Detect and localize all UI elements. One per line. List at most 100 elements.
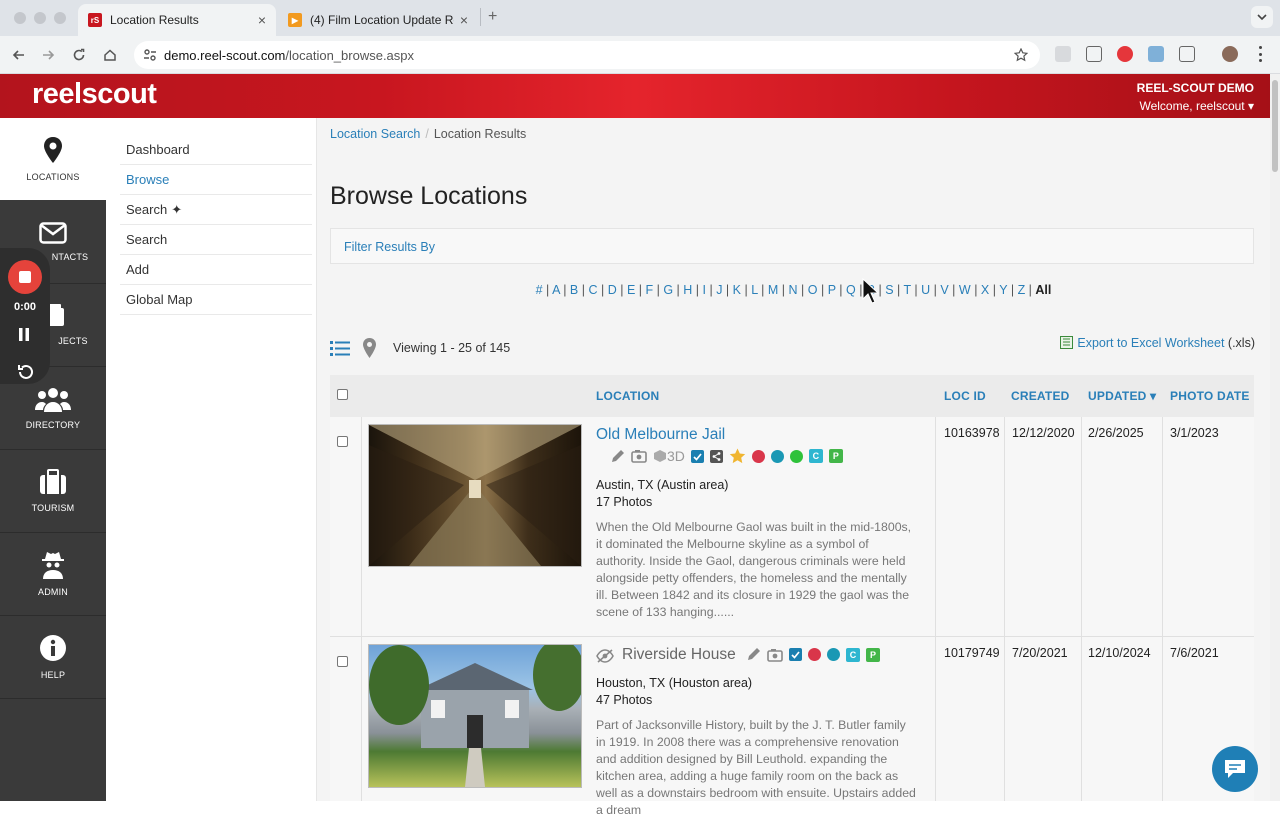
user-menu[interactable]: Welcome, reelscout ▾ xyxy=(1139,99,1254,113)
subnav-search[interactable]: Search xyxy=(120,225,312,255)
subnav-add[interactable]: Add xyxy=(120,255,312,285)
alpha-filter-letter[interactable]: C xyxy=(588,283,597,297)
column-photo-date[interactable]: PHOTO DATE xyxy=(1170,389,1250,403)
alpha-filter-letter[interactable]: # xyxy=(536,283,543,297)
screenshot-icon[interactable] xyxy=(1086,46,1102,62)
share-icon[interactable] xyxy=(709,449,723,463)
tab-close-icon[interactable]: × xyxy=(460,12,468,28)
location-thumbnail[interactable] xyxy=(368,424,582,567)
extension-icon[interactable] xyxy=(1055,46,1071,62)
alpha-separator: | xyxy=(597,283,608,297)
site-info-icon[interactable] xyxy=(143,48,157,62)
column-updated[interactable]: UPDATED ▾ xyxy=(1088,389,1156,403)
puzzle-icon[interactable] xyxy=(1179,46,1195,62)
column-created[interactable]: CREATED xyxy=(1011,389,1070,403)
subnav-global-map[interactable]: Global Map xyxy=(120,285,312,315)
alpha-filter-letter[interactable]: S xyxy=(885,283,893,297)
export-excel-link[interactable]: Export to Excel Worksheet (.xls) xyxy=(1060,336,1255,350)
alpha-filter-letter[interactable]: A xyxy=(552,283,560,297)
nav-help[interactable]: HELP xyxy=(0,616,106,698)
chat-support-button[interactable] xyxy=(1212,746,1258,792)
alpha-filter-letter[interactable]: Q xyxy=(846,283,856,297)
list-view-icon[interactable] xyxy=(330,340,350,357)
nav-locations[interactable]: LOCATIONS xyxy=(0,118,106,200)
browser-tab-film-location[interactable]: ▶ (4) Film Location Update Rec × xyxy=(278,4,478,36)
edit-pencil-icon[interactable] xyxy=(610,449,625,464)
nav-tourism[interactable]: TOURISM xyxy=(0,450,106,532)
subnav-dashboard[interactable]: Dashboard xyxy=(120,135,312,165)
photo-album-icon[interactable] xyxy=(631,449,647,463)
grammarly-icon[interactable] xyxy=(1117,46,1133,62)
favorite-star-icon[interactable] xyxy=(729,448,746,464)
locations-subnav: Dashboard Browse Search ✦ Search Add Glob… xyxy=(106,118,317,801)
alpha-separator: | xyxy=(778,283,789,297)
column-loc-id[interactable]: LOC ID xyxy=(944,389,986,403)
profile-avatar[interactable] xyxy=(1222,46,1238,62)
alpha-filter-letter[interactable]: U xyxy=(921,283,930,297)
new-tab-button[interactable]: + xyxy=(488,8,497,26)
forward-button[interactable] xyxy=(37,44,59,66)
extension-icon[interactable] xyxy=(1148,46,1164,62)
column-location[interactable]: LOCATION xyxy=(596,389,659,403)
alpha-filter-all[interactable]: All xyxy=(1035,283,1051,297)
page-scrollbar[interactable] xyxy=(1270,74,1280,801)
alpha-filter-letter[interactable]: T xyxy=(904,283,911,297)
alpha-filter-letter[interactable]: W xyxy=(959,283,971,297)
bookmark-star-icon[interactable] xyxy=(1014,48,1028,62)
alpha-filter-letter[interactable]: N xyxy=(789,283,798,297)
account-name: REEL-SCOUT DEMO xyxy=(1136,81,1254,95)
window-close-button[interactable] xyxy=(14,12,26,24)
tab-title: Location Results xyxy=(110,13,199,27)
alpha-filter-letter[interactable]: B xyxy=(570,283,578,297)
window-minimize-button[interactable] xyxy=(34,12,46,24)
location-thumbnail[interactable] xyxy=(368,639,585,788)
scrollbar-thumb[interactable] xyxy=(1272,80,1278,172)
browser-menu-icon[interactable] xyxy=(1259,46,1263,62)
location-name-link[interactable]: Old Melbourne Jail xyxy=(596,426,725,444)
subnav-ai-search[interactable]: Search ✦ xyxy=(120,195,312,225)
subnav-label: Browse xyxy=(126,172,170,187)
alpha-filter-letter[interactable]: D xyxy=(608,283,617,297)
reload-button[interactable] xyxy=(68,44,90,66)
alpha-filter-letter[interactable]: F xyxy=(645,283,653,297)
location-name-link[interactable]: Riverside House xyxy=(622,646,736,664)
alpha-filter-letter[interactable]: P xyxy=(828,283,836,297)
filter-results-toggle[interactable]: Filter Results By xyxy=(330,228,1254,264)
browser-tab-location-results[interactable]: rS Location Results × xyxy=(78,4,276,36)
breadcrumb: Location Search / Location Results xyxy=(330,127,526,141)
address-bar[interactable]: demo.reel-scout.com/location_browse.aspx xyxy=(134,41,1040,69)
breadcrumb-location-search[interactable]: Location Search xyxy=(330,127,420,141)
home-button[interactable] xyxy=(99,44,121,66)
alpha-separator: | xyxy=(817,283,828,297)
alpha-separator: | xyxy=(1025,283,1036,297)
restart-recording-button[interactable] xyxy=(16,363,34,381)
row-checkbox[interactable] xyxy=(337,436,348,447)
pause-recording-button[interactable] xyxy=(18,328,30,341)
tab-search-button[interactable] xyxy=(1251,6,1273,28)
alpha-filter-letter[interactable]: X xyxy=(981,283,989,297)
alpha-filter-letter[interactable]: M xyxy=(768,283,778,297)
alpha-filter-letter[interactable]: V xyxy=(940,283,948,297)
alpha-separator: | xyxy=(578,283,589,297)
tab-close-icon[interactable]: × xyxy=(258,12,266,28)
map-view-icon[interactable] xyxy=(362,338,377,358)
alpha-filter-letter[interactable]: H xyxy=(683,283,692,297)
table-row: Old Melbourne Jail 3D C P Austin, TX (Au… xyxy=(330,417,1254,637)
alpha-filter-letter[interactable]: G xyxy=(663,283,673,297)
nav-admin[interactable]: ADMIN xyxy=(0,533,106,615)
sparkle-icon: ✦ xyxy=(171,201,183,217)
alpha-filter-letter[interactable]: K xyxy=(733,283,741,297)
select-all-checkbox[interactable] xyxy=(337,389,348,400)
reelscout-logo[interactable]: reelscout xyxy=(32,78,157,111)
edit-pencil-icon[interactable] xyxy=(746,647,761,662)
photo-album-icon[interactable] xyxy=(767,648,783,662)
suitcase-icon xyxy=(40,469,66,494)
export-extension: (.xls) xyxy=(1227,336,1255,350)
window-zoom-button[interactable] xyxy=(54,12,66,24)
3d-tour-icon[interactable]: 3D xyxy=(653,448,685,464)
back-button[interactable] xyxy=(8,44,30,66)
row-checkbox[interactable] xyxy=(337,656,348,667)
subnav-browse[interactable]: Browse xyxy=(120,165,312,195)
stop-recording-button[interactable] xyxy=(8,260,42,294)
url-host: demo.reel-scout.com xyxy=(164,47,286,63)
